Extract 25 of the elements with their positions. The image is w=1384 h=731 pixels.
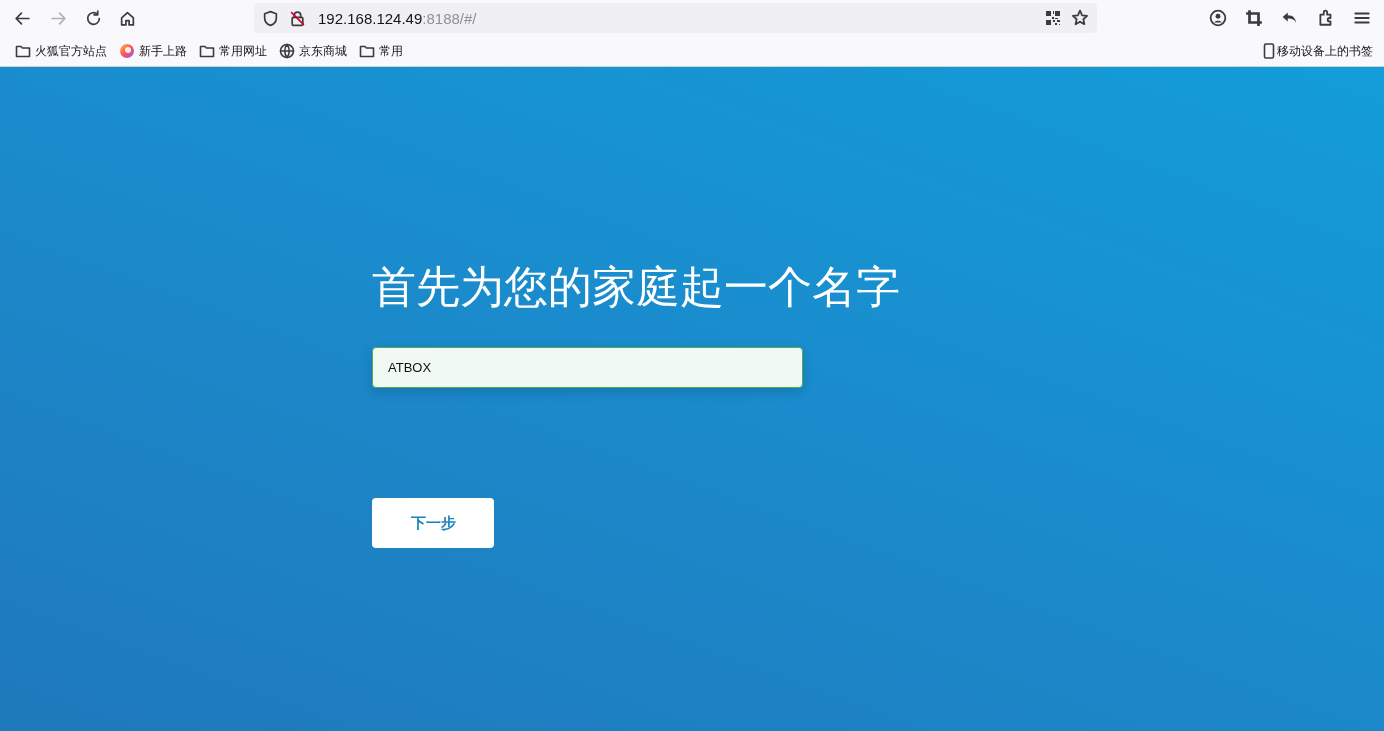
phone-icon [1262, 43, 1276, 59]
bookmark-item[interactable]: 火狐官方站点 [10, 39, 112, 63]
url-text: 192.168.124.49:8188/#/ [318, 9, 477, 27]
folder-icon [199, 43, 215, 59]
account-icon[interactable] [1209, 9, 1227, 27]
page-heading: 首先为您的家庭起一个名字 [372, 260, 900, 314]
next-button[interactable]: 下一步 [372, 498, 494, 548]
bookmark-item[interactable]: 常用 [354, 39, 408, 63]
browser-logo-icon [119, 43, 135, 59]
shield-icon [262, 9, 279, 27]
address-bar[interactable]: 192.168.124.49:8188/#/ [254, 3, 1097, 33]
folder-icon [15, 43, 31, 59]
lock-crossed-icon [289, 9, 306, 27]
crop-icon[interactable] [1245, 9, 1263, 27]
bookmark-item[interactable]: 新手上路 [114, 39, 192, 63]
globe-icon [279, 43, 295, 59]
home-icon[interactable] [119, 9, 136, 27]
reload-icon[interactable] [85, 9, 102, 27]
input-field[interactable]: ATBOX [372, 347, 803, 388]
qr-code-icon[interactable] [1045, 10, 1061, 26]
folder-icon [359, 43, 375, 59]
bookmark-item[interactable]: 京东商城 [274, 39, 352, 63]
bookmark-item[interactable]: 常用网址 [194, 39, 272, 63]
mobile-bookmarks-button[interactable]: 移动设备上的书签 [1257, 39, 1378, 63]
star-icon[interactable] [1071, 9, 1089, 27]
